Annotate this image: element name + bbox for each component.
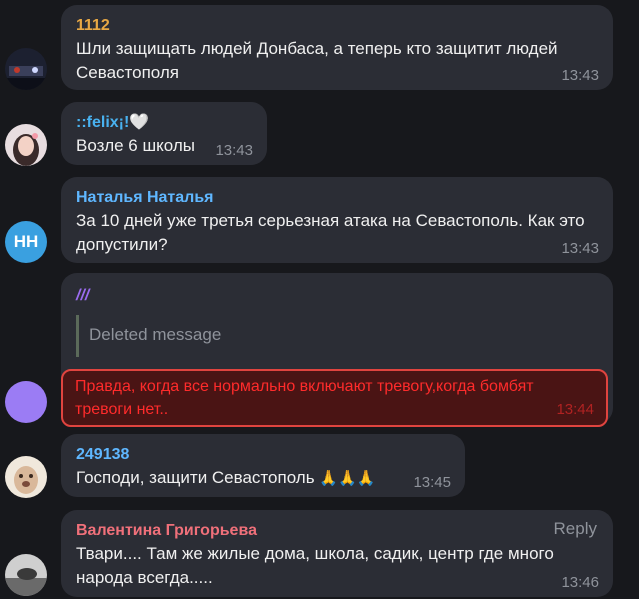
avatar[interactable]	[5, 124, 47, 166]
message-bubble: 249138 Господи, защити Севастополь 🙏🙏🙏 1…	[61, 434, 465, 497]
message-time: 13:43	[561, 240, 599, 257]
message-author[interactable]: 249138	[76, 444, 450, 466]
message-text: Правда, когда все нормально включают тре…	[75, 378, 534, 418]
message-text: Шли защищать людей Донбаса, а теперь кто…	[76, 39, 558, 82]
avatar[interactable]	[5, 48, 47, 90]
message-author[interactable]: ///	[76, 285, 598, 307]
avatar-photo-icon	[5, 554, 47, 596]
message-author[interactable]: Валентина Григорьева	[76, 520, 598, 542]
avatar[interactable]: НН	[5, 221, 47, 263]
message-time: 13:46	[561, 574, 599, 591]
avatar[interactable]	[5, 456, 47, 498]
message-author[interactable]: Наталья Наталья	[76, 187, 598, 209]
avatar[interactable]	[5, 554, 47, 596]
highlighted-message-text: Правда, когда все нормально включают тре…	[61, 369, 608, 427]
message-text: Господи, защити Севастополь 🙏🙏🙏	[76, 466, 450, 491]
message-text-body: Господи, защити Севастополь	[76, 468, 315, 487]
reply-quote[interactable]: Deleted message	[76, 315, 598, 357]
message-author[interactable]: ::felix¡!🤍	[76, 112, 252, 134]
message-time: 13:45	[413, 474, 451, 491]
message-bubble: 1112 Шли защищать людей Донбаса, а тепер…	[61, 5, 613, 90]
avatar[interactable]	[5, 381, 47, 423]
avatar-photo-icon	[5, 124, 47, 166]
avatar-initials: НН	[13, 232, 39, 251]
avatar-photo-icon	[5, 48, 47, 90]
message-time: 13:44	[556, 401, 594, 418]
message-text: Твари.... Там же жилые дома, школа, сади…	[76, 544, 554, 587]
message-bubble: ::felix¡!🤍 Возле 6 школы 13:43	[61, 102, 267, 165]
message-author[interactable]: 1112	[76, 15, 598, 37]
praying-hands-icon: 🙏🙏🙏	[319, 470, 376, 487]
avatar-photo-icon	[5, 456, 47, 498]
message-time: 13:43	[561, 67, 599, 84]
message-bubble: Наталья Наталья За 10 дней уже третья се…	[61, 177, 613, 263]
message-bubble: Валентина Григорьева Reply Твари.... Там…	[61, 510, 613, 597]
message-bubble: /// Deleted message Правда, когда все но…	[61, 273, 613, 427]
message-text: За 10 дней уже третья серьезная атака на…	[76, 211, 585, 254]
reply-button[interactable]: Reply	[554, 519, 597, 539]
message-time: 13:43	[215, 142, 253, 159]
